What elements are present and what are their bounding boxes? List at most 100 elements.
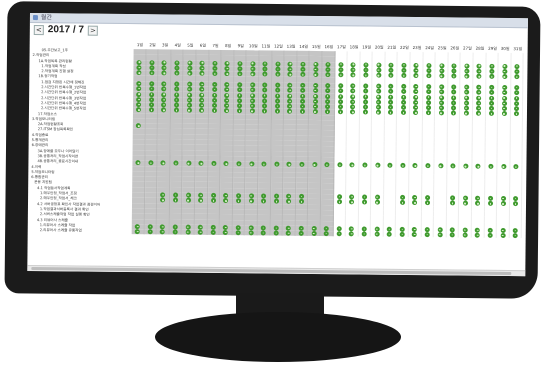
row-label[interactable]: 2.리뷰어사 스케쥴 유통작업	[28, 228, 132, 234]
window-title: 월간	[40, 13, 53, 21]
check-circle-icon[interactable]	[512, 233, 518, 239]
day-header-cell: 30일	[500, 45, 510, 52]
check-circle-icon[interactable]	[336, 231, 342, 237]
check-circle-icon[interactable]	[424, 232, 430, 238]
schedule-grid: 1일 2일 3일 4일 5일 6일 7일 8일 9일 10일 11일 12일 13일 14일 15일 16일 1…	[28, 39, 528, 239]
day-cell[interactable]	[370, 231, 384, 238]
day-header-cell: 24일	[425, 45, 435, 51]
day-cell[interactable]	[207, 229, 220, 236]
day-cell[interactable]	[345, 231, 359, 237]
check-circle-icon[interactable]	[260, 230, 266, 236]
day-cell[interactable]	[219, 230, 233, 236]
check-circle-icon[interactable]	[412, 232, 418, 238]
day-header-cell: 13일	[286, 43, 296, 49]
check-circle-icon[interactable]	[248, 230, 254, 236]
day-header-cell: 12일	[274, 43, 283, 49]
day-cell[interactable]	[496, 232, 510, 239]
app-icon	[32, 15, 38, 21]
next-month-button[interactable]: >	[87, 25, 99, 36]
day-cell[interactable]	[408, 232, 422, 238]
day-cell[interactable]	[459, 232, 472, 239]
check-circle-icon[interactable]	[349, 231, 355, 237]
check-circle-icon[interactable]	[449, 232, 455, 238]
check-circle-icon[interactable]	[361, 231, 367, 237]
day-cell[interactable]	[257, 230, 271, 236]
day-header-cell: 20일	[374, 44, 384, 50]
check-circle-icon[interactable]	[197, 230, 204, 236]
day-cell[interactable]	[433, 232, 447, 238]
day-cell[interactable]	[320, 231, 334, 237]
check-circle-icon[interactable]	[210, 230, 216, 236]
day-header-cell: 6일	[199, 42, 207, 48]
day-header-cell: 10일	[248, 43, 258, 49]
check-circle-icon[interactable]	[235, 230, 241, 236]
day-header-cell: 21일	[387, 44, 397, 50]
check-circle-icon[interactable]	[487, 233, 493, 239]
check-circle-icon[interactable]	[500, 233, 506, 239]
day-header-cell: 14일	[299, 43, 309, 49]
check-circle-icon[interactable]	[223, 230, 229, 236]
day-header-cell: 3일	[162, 42, 169, 48]
day-cell[interactable]	[245, 230, 258, 236]
day-cell[interactable]	[182, 229, 195, 236]
day-cell[interactable]	[396, 231, 409, 238]
day-header-cell: 2일	[149, 42, 156, 48]
check-circle-icon[interactable]	[311, 231, 317, 237]
check-circle-icon[interactable]	[399, 232, 405, 238]
day-header-cell: 16일	[324, 44, 334, 50]
monitor-screen: 월간 < 2017 / 7 > 1일 2일 3일 4일 5일 6일 7일 8일 9일 10일 11일…	[27, 13, 528, 277]
day-cell[interactable]	[358, 231, 372, 237]
check-circle-icon[interactable]	[474, 232, 481, 238]
check-circle-icon[interactable]	[386, 231, 392, 238]
day-header-cell: 4일	[174, 42, 181, 48]
day-header-cell: 18일	[349, 44, 359, 50]
check-circle-icon[interactable]	[374, 231, 380, 237]
day-header-cell: 25일	[437, 45, 447, 51]
day-cell[interactable]	[232, 230, 246, 236]
day-header-cell: 11일	[261, 43, 271, 49]
day-cell[interactable]	[446, 232, 460, 238]
day-cell[interactable]	[169, 229, 183, 235]
check-circle-icon[interactable]	[185, 229, 191, 235]
check-circle-icon[interactable]	[273, 230, 279, 236]
day-header-cell: 27일	[462, 45, 472, 51]
day-header-cell: 9일	[237, 43, 244, 49]
day-cell[interactable]	[144, 229, 157, 235]
day-header-cell: 19일	[362, 44, 372, 50]
day-cell[interactable]	[421, 232, 434, 238]
day-header-cell: 28일	[475, 45, 485, 51]
check-circle-icon[interactable]	[160, 229, 166, 235]
day-cell[interactable]	[509, 233, 523, 239]
day-cell[interactable]	[333, 231, 346, 237]
check-circle-icon[interactable]	[437, 232, 443, 238]
day-header-cell: 8일	[224, 43, 232, 49]
day-cell[interactable]	[471, 232, 485, 239]
check-circle-icon[interactable]	[462, 232, 468, 238]
day-cell[interactable]	[156, 229, 170, 235]
day-header-cell: 29일	[488, 45, 497, 51]
year-month-label: 2017 / 7	[47, 24, 85, 36]
day-header-cell: 5일	[187, 42, 194, 48]
day-header-cell: 7일	[212, 42, 219, 48]
day-header-cell: 23일	[412, 45, 422, 51]
check-circle-icon[interactable]	[286, 230, 292, 236]
check-circle-icon[interactable]	[147, 229, 153, 235]
day-cell[interactable]	[307, 231, 321, 237]
check-circle-icon[interactable]	[323, 231, 329, 237]
check-circle-icon[interactable]	[172, 229, 178, 235]
prev-month-button[interactable]: <	[33, 24, 44, 35]
day-header-cell: 31일	[513, 46, 523, 52]
day-cell[interactable]	[131, 229, 145, 235]
day-header-cell: 15일	[311, 43, 321, 50]
check-circle-icon[interactable]	[134, 229, 141, 235]
day-cell[interactable]	[484, 232, 497, 239]
day-cell[interactable]	[194, 229, 208, 236]
day-cell[interactable]	[295, 230, 309, 237]
day-cell[interactable]	[270, 230, 283, 237]
check-circle-icon[interactable]	[298, 231, 304, 237]
day-cell[interactable]	[383, 231, 397, 238]
day-header-cell: 1일	[136, 42, 144, 48]
day-cell[interactable]	[282, 230, 296, 237]
day-header-cell: 17일	[337, 44, 346, 50]
day-header-cell: 22일	[400, 44, 409, 50]
